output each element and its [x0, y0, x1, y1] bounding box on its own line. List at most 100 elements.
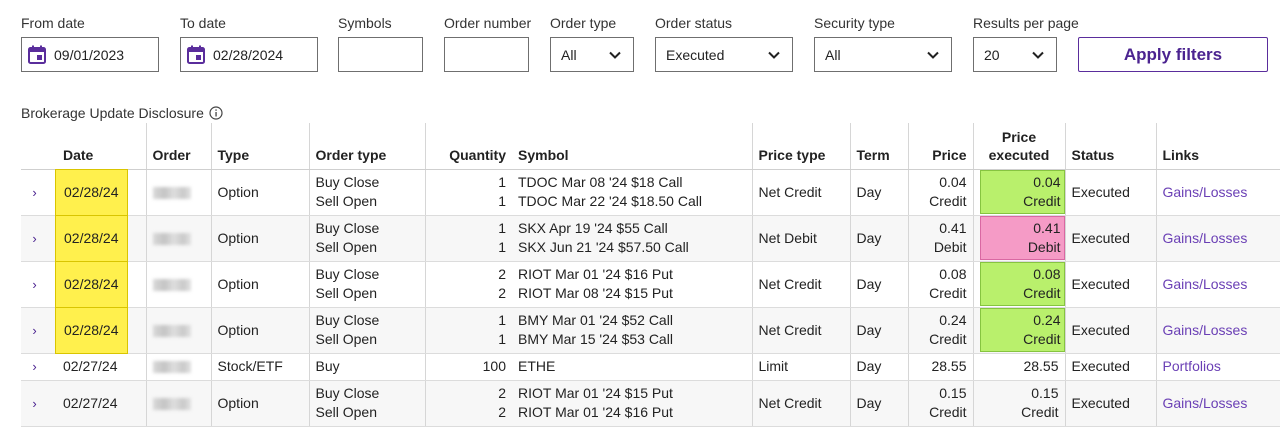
row-order-type: Buy Close Sell Open	[308, 261, 425, 308]
order-type-select[interactable]: All	[550, 37, 634, 72]
expand-row-icon[interactable]: ›	[21, 215, 48, 262]
order-type-line1: Buy Close	[315, 385, 380, 401]
results-per-page-select[interactable]: 20	[973, 37, 1057, 72]
table-row[interactable]: › 02/28/24 Option Buy Close Sell Open 11 …	[21, 168, 1280, 216]
row-price-type: Net Credit	[751, 380, 850, 427]
from-date-input[interactable]: 09/01/2023	[21, 37, 159, 72]
row-order-type: Buy Close Sell Open	[308, 307, 425, 354]
row-type: Option	[210, 169, 309, 216]
row-order-type: Buy	[308, 353, 425, 381]
row-term: Day	[849, 215, 908, 262]
apply-filters-button[interactable]: Apply filters	[1078, 37, 1268, 72]
order-type-line1: Buy Close	[315, 174, 380, 190]
quantity-line2: 1	[498, 193, 506, 209]
row-price-executed: 0.08 Credit	[972, 261, 1065, 308]
order-number-redacted	[152, 232, 191, 245]
row-quantity: 22	[424, 261, 512, 308]
order-type-line1: Buy Close	[315, 266, 380, 282]
price-type-header[interactable]: Price type	[751, 123, 850, 170]
from-date-label: From date	[21, 15, 85, 31]
expand-row-icon[interactable]: ›	[21, 353, 48, 381]
symbol-header[interactable]: Symbol	[512, 123, 752, 170]
row-type: Option	[210, 215, 309, 262]
symbol-line2: TDOC Mar 22 '24 $18.50 Call	[518, 193, 702, 209]
quantity-header[interactable]: Quantity	[424, 123, 512, 170]
price-executed-line1: 0.04	[1033, 174, 1061, 190]
chevron-down-icon	[768, 51, 780, 59]
expand-row-icon[interactable]: ›	[21, 307, 48, 354]
order-status-label: Order status	[655, 15, 733, 31]
expand-row-icon[interactable]: ›	[21, 261, 48, 308]
row-date: 02/28/24	[55, 214, 128, 262]
symbols-input[interactable]	[338, 37, 423, 72]
price-line2: Credit	[929, 285, 967, 301]
table-row[interactable]: › 02/28/24 Option Buy Close Sell Open 22 …	[21, 260, 1280, 308]
quantity-line1: 1	[498, 220, 506, 236]
table-row[interactable]: › 02/27/24 Stock/ETF Buy 100 ETHE Limit …	[21, 353, 1280, 381]
gains-losses-link[interactable]: Gains/Losses	[1163, 322, 1248, 338]
row-price: 0.24 Credit	[907, 307, 973, 354]
order-number-input[interactable]	[444, 37, 529, 72]
expand-row-icon[interactable]: ›	[21, 169, 48, 216]
price-executed-line1: 0.15	[1031, 385, 1059, 401]
quantity-line1: 2	[498, 266, 506, 282]
row-order-type: Buy Close Sell Open	[308, 380, 425, 427]
order-type-line2: Sell Open	[315, 193, 377, 209]
price-line1: 0.08	[939, 266, 967, 282]
price-line1: 0.24	[939, 312, 967, 328]
price-executed-line2: Credit	[1023, 193, 1061, 209]
symbol-line1: SKX Apr 19 '24 $55 Call	[518, 220, 668, 236]
order-header[interactable]: Order	[145, 123, 211, 170]
gains-losses-link[interactable]: Gains/Losses	[1163, 230, 1248, 246]
row-date: 02/27/24	[48, 380, 146, 427]
table-row[interactable]: › 02/28/24 Option Buy Close Sell Open 11 …	[21, 306, 1280, 354]
chevron-down-icon	[609, 51, 621, 59]
price-executed-header-line2: executed	[988, 146, 1050, 163]
expand-row-icon[interactable]: ›	[21, 380, 48, 427]
row-symbol: BMY Mar 01 '24 $52 Call BMY Mar 15 '24 $5…	[512, 307, 752, 354]
status-header[interactable]: Status	[1064, 123, 1156, 170]
row-order-type: Buy Close Sell Open	[308, 169, 425, 216]
row-quantity: 11	[424, 307, 512, 354]
row-term: Day	[849, 353, 908, 381]
date-header[interactable]: Date	[48, 123, 146, 170]
order-type-line1: Buy Close	[315, 312, 380, 328]
security-type-select[interactable]: All	[814, 37, 952, 72]
order-type-line2: Sell Open	[315, 331, 377, 347]
row-quantity: 11	[424, 169, 512, 216]
table-row[interactable]: › 02/27/24 Option Buy Close Sell Open 22 …	[21, 380, 1280, 427]
row-order-type: Buy Close Sell Open	[308, 215, 425, 262]
table-row[interactable]: › 02/28/24 Option Buy Close Sell Open 11 …	[21, 214, 1280, 262]
row-symbol: RIOT Mar 01 '24 $15 Put RIOT Mar 01 '24 $…	[512, 380, 752, 427]
to-date-label: To date	[180, 15, 226, 31]
orders-table: Date Order Type Order type Quantity Symb…	[21, 123, 1280, 427]
row-term: Day	[849, 307, 908, 354]
order-status-select[interactable]: Executed	[655, 37, 793, 72]
gains-losses-link[interactable]: Gains/Losses	[1163, 184, 1248, 200]
quantity-line1: 2	[498, 385, 506, 401]
term-header[interactable]: Term	[849, 123, 908, 170]
price-executed-header[interactable]: Price executed	[972, 123, 1065, 170]
symbol-line1: BMY Mar 01 '24 $52 Call	[518, 312, 673, 328]
price-executed-line1: 0.08	[1033, 266, 1061, 282]
row-price: 0.08 Credit	[907, 261, 973, 308]
order-number-redacted	[152, 361, 191, 374]
price-line1: 0.41	[939, 220, 967, 236]
type-header[interactable]: Type	[210, 123, 309, 170]
order-number-redacted	[152, 397, 191, 410]
row-type: Option	[210, 261, 309, 308]
to-date-input[interactable]: 02/28/2024	[180, 37, 318, 72]
row-type: Option	[210, 380, 309, 427]
portfolios-link[interactable]: Portfolios	[1163, 358, 1221, 374]
order-type-header[interactable]: Order type	[308, 123, 425, 170]
gains-losses-link[interactable]: Gains/Losses	[1163, 395, 1248, 411]
row-symbol: ETHE	[512, 353, 752, 381]
gains-losses-link[interactable]: Gains/Losses	[1163, 276, 1248, 292]
calendar-icon	[187, 45, 205, 64]
brokerage-disclosure[interactable]: Brokerage Update Disclosure	[21, 105, 223, 121]
info-icon[interactable]	[209, 106, 223, 120]
security-type-value: All	[825, 46, 841, 63]
row-price-type: Net Credit	[751, 261, 850, 308]
symbol-line2: RIOT Mar 08 '24 $15 Put	[518, 285, 673, 301]
price-header[interactable]: Price	[907, 123, 973, 170]
